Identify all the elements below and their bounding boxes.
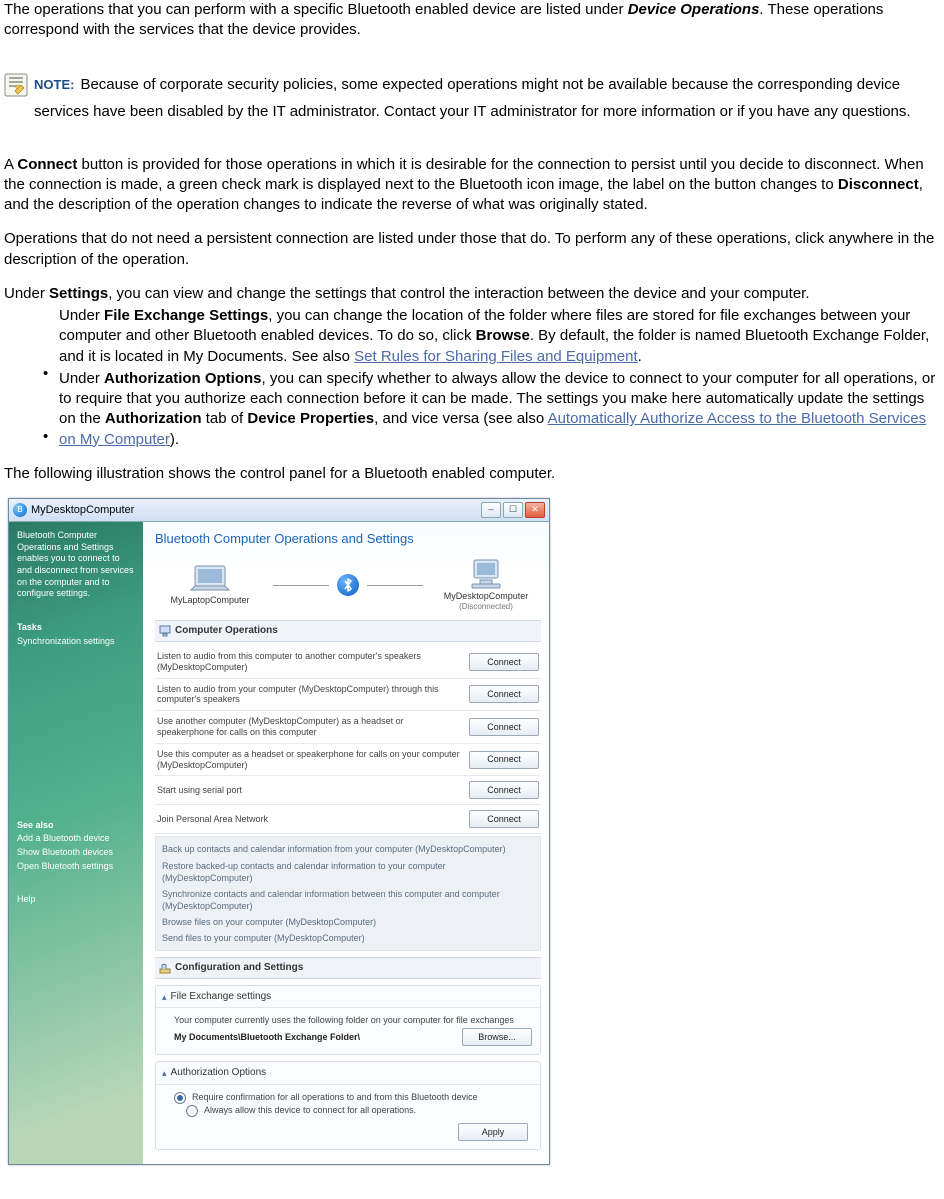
note-icon bbox=[4, 73, 28, 97]
operation-row: Use this computer as a headset or speake… bbox=[155, 744, 541, 777]
settings-list: Under File Exchange Settings, you can ch… bbox=[4, 306, 940, 450]
sidebar-link-open-settings[interactable]: Open Bluetooth settings bbox=[17, 861, 135, 873]
radio-icon bbox=[174, 1092, 186, 1104]
operation-row: Listen to audio from your computer (MyDe… bbox=[155, 679, 541, 712]
sidebar-link-sync[interactable]: Synchronization settings bbox=[17, 636, 135, 648]
paragraph-settings: Under Settings, you can view and change … bbox=[4, 284, 940, 304]
dialog-title: MyDesktopComputer bbox=[31, 503, 134, 518]
main-heading: Bluetooth Computer Operations and Settin… bbox=[155, 530, 541, 548]
operation-link[interactable]: Synchronize contacts and calendar inform… bbox=[162, 886, 534, 914]
monitor-icon bbox=[159, 625, 171, 637]
nonpersistent-operations: Back up contacts and calendar informatio… bbox=[155, 836, 541, 951]
operation-link[interactable]: Restore backed-up contacts and calendar … bbox=[162, 858, 534, 886]
auth-option-require[interactable]: Require confirmation for all operations … bbox=[174, 1091, 532, 1104]
operation-row: Listen to audio from this computer to an… bbox=[155, 646, 541, 679]
operation-row: Use another computer (MyDesktopComputer)… bbox=[155, 711, 541, 744]
chevron-up-icon: ▴ bbox=[162, 1067, 167, 1079]
operation-link[interactable]: Browse files on your computer (MyDesktop… bbox=[162, 914, 534, 930]
file-exchange-header[interactable]: ▴ File Exchange settings bbox=[156, 986, 540, 1009]
operation-link[interactable]: Send files to your computer (MyDesktopCo… bbox=[162, 930, 534, 946]
bluetooth-titlebar-icon: B bbox=[13, 503, 27, 517]
bluetooth-dialog: B MyDesktopComputer – ☐ ✕ Bluetooth Comp… bbox=[8, 498, 550, 1165]
operation-row: Join Personal Area NetworkConnect bbox=[155, 805, 541, 834]
document-body: The operations that you can perform with… bbox=[0, 0, 944, 1165]
paragraph-nonpersist: Operations that do not need a persistent… bbox=[4, 229, 940, 270]
sidebar-link-help[interactable]: Help bbox=[17, 894, 135, 906]
remote-device: MyDesktopComputer (Disconnected) bbox=[431, 558, 541, 613]
sidebar-seealso-heading: See also bbox=[17, 820, 135, 832]
auth-option-always[interactable]: Always allow this device to connect for … bbox=[186, 1104, 532, 1117]
connection-line-icon bbox=[367, 585, 423, 586]
operation-row: Start using serial portConnect bbox=[155, 776, 541, 805]
connection-line-icon bbox=[273, 585, 329, 586]
operation-link[interactable]: Back up contacts and calendar informatio… bbox=[162, 841, 534, 857]
dialog-titlebar: B MyDesktopComputer – ☐ ✕ bbox=[9, 499, 549, 522]
maximize-button[interactable]: ☐ bbox=[503, 502, 523, 518]
connect-button[interactable]: Connect bbox=[469, 781, 539, 799]
connect-button[interactable]: Connect bbox=[469, 653, 539, 671]
paragraph-illustration: The following illustration shows the con… bbox=[4, 464, 940, 484]
list-item: Under Authorization Options, you can spe… bbox=[4, 369, 940, 450]
section-computer-operations: Computer Operations bbox=[155, 620, 541, 642]
local-device: MyLaptopComputer bbox=[155, 564, 265, 606]
radio-icon bbox=[186, 1105, 198, 1117]
connect-button[interactable]: Connect bbox=[469, 718, 539, 736]
browse-button[interactable]: Browse... bbox=[462, 1028, 532, 1046]
authorization-panel: ▴ Authorization Options Require confirma… bbox=[155, 1061, 541, 1150]
sidebar-tasks-heading: Tasks bbox=[17, 622, 135, 634]
list-item: Under File Exchange Settings, you can ch… bbox=[4, 306, 940, 367]
note-block: NOTE:Because of corporate security polic… bbox=[4, 71, 940, 125]
sidebar-link-show-devices[interactable]: Show Bluetooth devices bbox=[17, 847, 135, 859]
apply-button[interactable]: Apply bbox=[458, 1123, 528, 1141]
dialog-main: Bluetooth Computer Operations and Settin… bbox=[143, 522, 549, 1164]
note-label: NOTE: bbox=[34, 77, 74, 92]
sidebar-intro: Bluetooth Computer Operations and Settin… bbox=[17, 530, 135, 600]
sidebar-link-add-device[interactable]: Add a Bluetooth device bbox=[17, 833, 135, 845]
dialog-sidebar: Bluetooth Computer Operations and Settin… bbox=[9, 522, 143, 1164]
authorization-header[interactable]: ▴ Authorization Options bbox=[156, 1062, 540, 1085]
paragraph-connect: A Connect button is provided for those o… bbox=[4, 155, 940, 216]
section-configuration: Configuration and Settings bbox=[155, 957, 541, 979]
link-set-rules[interactable]: Set Rules for Sharing Files and Equipmen… bbox=[354, 348, 637, 365]
paragraph-intro: The operations that you can perform with… bbox=[4, 0, 940, 41]
file-exchange-path: My Documents\Bluetooth Exchange Folder\ bbox=[174, 1031, 360, 1043]
bluetooth-icon bbox=[337, 574, 359, 596]
connect-button[interactable]: Connect bbox=[469, 751, 539, 769]
chevron-up-icon: ▴ bbox=[162, 991, 167, 1003]
tools-icon bbox=[159, 962, 171, 974]
minimize-button[interactable]: – bbox=[481, 502, 501, 518]
device-connection-row: MyLaptopComputer MyDesktopComputer (Disc… bbox=[155, 558, 541, 613]
note-text: Because of corporate security policies, … bbox=[34, 76, 911, 120]
file-exchange-panel: ▴ File Exchange settings Your computer c… bbox=[155, 985, 541, 1056]
file-exchange-description: Your computer currently uses the followi… bbox=[174, 1014, 532, 1026]
close-button[interactable]: ✕ bbox=[525, 502, 545, 518]
connect-button[interactable]: Connect bbox=[469, 685, 539, 703]
connect-button[interactable]: Connect bbox=[469, 810, 539, 828]
